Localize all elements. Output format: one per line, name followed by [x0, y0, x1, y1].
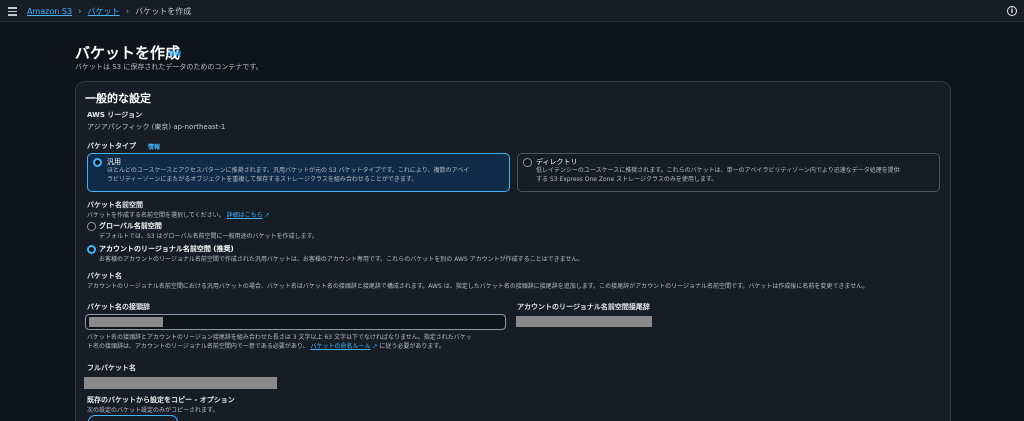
radio-regional-namespace[interactable]	[87, 245, 96, 254]
bucket-name-description: アカウントのリージョナル名前空間における汎用バケットの場合、バケット名はバケット…	[87, 283, 869, 290]
breadcrumb-current: バケットを作成	[135, 7, 192, 16]
bucket-type-desc: ほとんどのユースケースとアクセスパターンに推奨されます。汎用バケットが元の S3…	[107, 167, 470, 174]
namespace-label: バケット名前空間	[87, 201, 143, 209]
naming-rules-link[interactable]: バケットの命名ルール	[311, 343, 371, 350]
choose-bucket-button[interactable]	[88, 415, 178, 421]
page-description: バケットは S3 に保存されたデータのためのコンテナです。	[75, 63, 263, 71]
radio-general-purpose[interactable]	[93, 158, 102, 167]
full-bucket-name-label: フルバケット名	[87, 364, 136, 372]
namespace-description: バケットを作成する名前空間を選択してください。 詳細はこちら ↗	[87, 210, 270, 219]
radio-global-namespace[interactable]	[87, 222, 96, 231]
prefix-label: バケット名の接頭辞	[87, 303, 150, 311]
chevron-right-icon: ›	[78, 6, 82, 17]
region-label: AWS リージョン	[87, 111, 143, 119]
bucket-name-help: バケット名の接頭辞とアカウントのリージョン接尾辞を組み合わせた長さは 3 文字以…	[87, 333, 517, 351]
breadcrumb: Amazon S3 › バケット › バケットを作成	[27, 6, 191, 17]
bucket-type-desc: ラビリティーゾーンにまたがるオブジェクトを重複して保存するストレージクラスを組み…	[107, 176, 418, 183]
breadcrumb-s3[interactable]: Amazon S3	[27, 7, 72, 16]
namespace-desc-text: バケットを作成する名前空間を選択してください。	[87, 212, 225, 219]
bucket-type-info-link[interactable]: 情報	[148, 142, 160, 151]
breadcrumb-buckets[interactable]: バケット	[88, 6, 120, 17]
info-icon[interactable]: i	[1007, 6, 1017, 16]
help-line-end: に従う必要があります。	[379, 343, 445, 350]
chevron-right-icon: ›	[125, 6, 130, 17]
redacted-suffix-value	[516, 316, 652, 327]
external-link-icon: ↗	[372, 343, 378, 350]
namespace-option-desc: お客様のアカウントのリージョナル名前空間で作成された汎用バケットは、お客様のアカ…	[99, 256, 584, 263]
copy-settings-label: 既存のバケットから設定をコピー - オプション	[87, 396, 235, 404]
hamburger-icon[interactable]	[8, 7, 17, 16]
bucket-name-label: バケット名	[87, 272, 122, 280]
bucket-type-label: バケットタイプ	[87, 142, 136, 150]
copy-settings-desc: 次の設定のバケット設定のみがコピーされます。	[87, 407, 219, 414]
bucket-type-desc: する S3 Express One Zone ストレージクラスのみを使用します。	[536, 176, 718, 183]
page-title: バケットを作成	[75, 44, 181, 62]
radio-directory[interactable]	[523, 158, 532, 167]
help-line: ト名の接頭辞は、アカウントのリージョナル名前空間内で一意である必要があり、	[87, 343, 309, 350]
learn-more-link[interactable]: 詳細はこちら	[227, 212, 263, 219]
bucket-type-desc: 低レイテンシーのユースケースに推奨されます。これらのバケットは、単一のアベイラビ…	[536, 167, 900, 174]
redacted-full-name	[84, 377, 277, 389]
panel-title: 一般的な設定	[85, 92, 151, 105]
namespace-option-desc: デフォルトでは、S3 はグローバル名前空間に一般用途のバケットを作成します。	[99, 233, 318, 240]
help-line: バケット名の接頭辞とアカウントのリージョン接尾辞を組み合わせた長さは 3 文字以…	[87, 334, 472, 341]
info-link[interactable]: 情報	[169, 49, 181, 58]
namespace-option-title: アカウントのリージョナル名前空間 (推奨)	[99, 245, 234, 253]
redacted-prefix-value	[89, 317, 163, 327]
namespace-option-title: グローバル名前空間	[99, 222, 162, 230]
external-link-icon: ↗	[264, 212, 270, 219]
region-value: アジアパシフィック (東京) ap-northeast-1	[87, 123, 226, 131]
top-navigation: Amazon S3 › バケット › バケットを作成 i	[0, 0, 1024, 22]
suffix-label: アカウントのリージョナル名前空間接尾辞	[517, 303, 650, 311]
